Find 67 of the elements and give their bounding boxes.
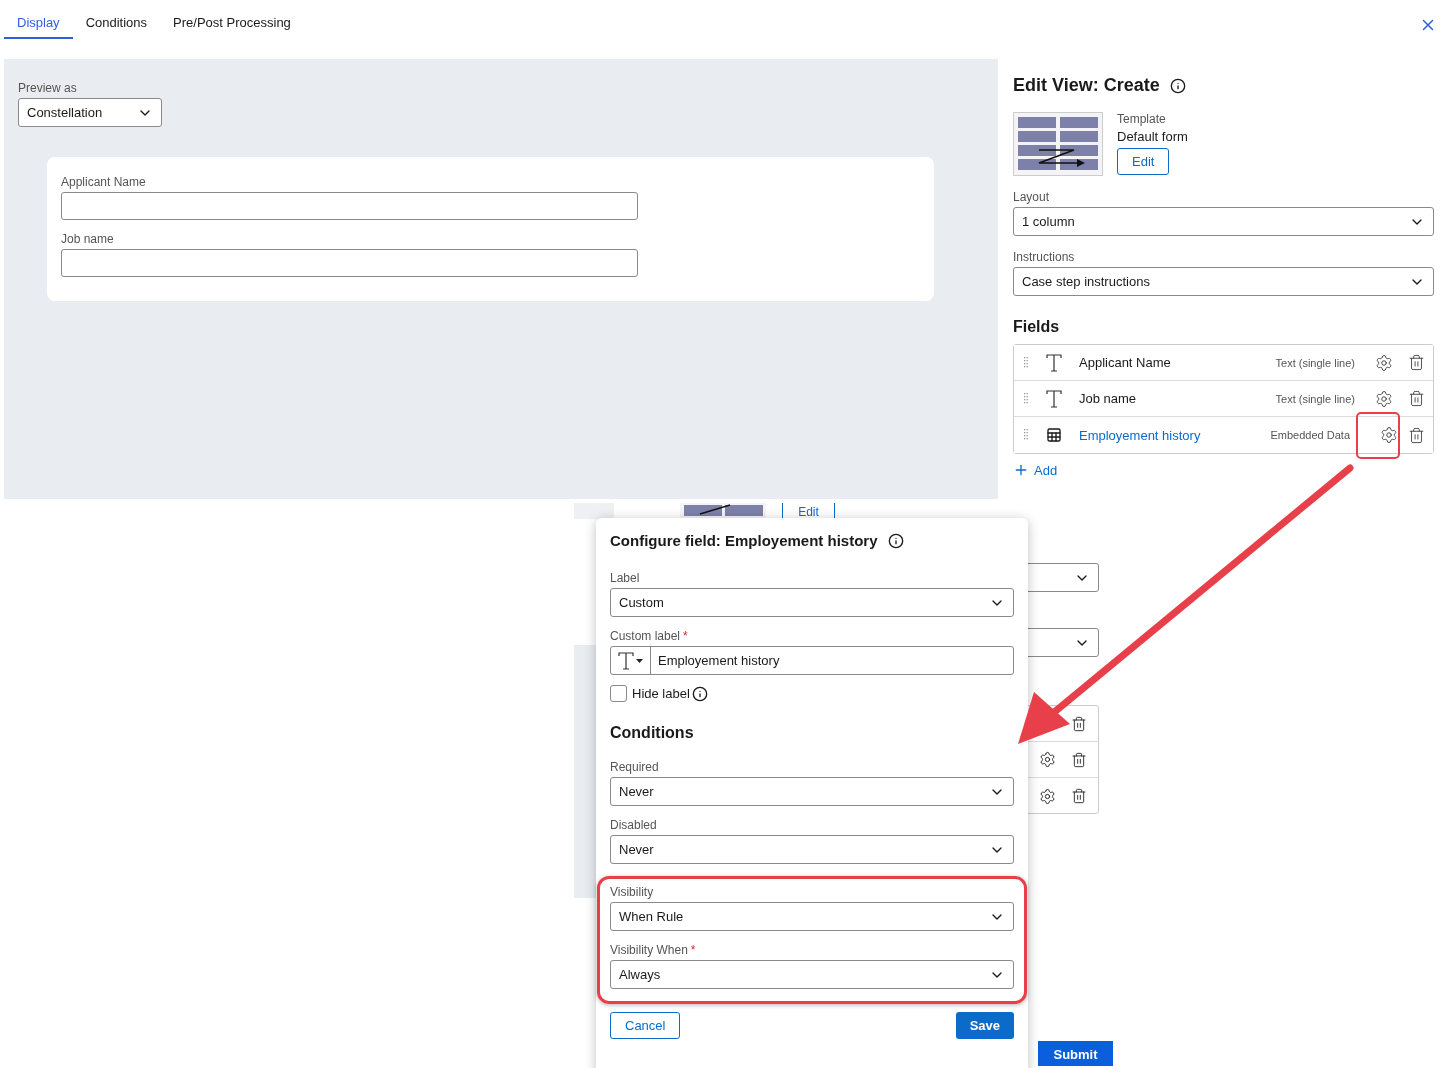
field-type: Text (single line) xyxy=(1275,392,1355,405)
field-label: Required xyxy=(610,760,660,774)
table-icon xyxy=(1046,427,1062,443)
cancel-button[interactable]: Cancel xyxy=(610,1012,681,1039)
template-name: Default form xyxy=(1117,129,1188,144)
settings-icon[interactable] xyxy=(1375,353,1393,372)
drag-handle-icon[interactable] xyxy=(1024,429,1028,441)
dropdown[interactable]: Constellation xyxy=(18,98,162,127)
checkbox-label: Hide label xyxy=(632,686,690,701)
tab[interactable]: Pre/Post Processing xyxy=(160,0,304,39)
checkbox[interactable] xyxy=(610,685,627,702)
trash-icon[interactable] xyxy=(1408,390,1425,407)
trash-icon[interactable] xyxy=(1071,788,1087,804)
settings-icon[interactable] xyxy=(1039,751,1056,768)
field-label: Job name xyxy=(61,232,115,246)
field-label: Visibility When * xyxy=(610,943,697,957)
field-label: Label xyxy=(610,571,641,585)
settings-icon[interactable] xyxy=(1380,426,1398,444)
field-label: Disabled xyxy=(610,818,658,832)
input-field[interactable]: Employement history xyxy=(610,646,1014,675)
field-type: Embedded Data xyxy=(1270,429,1350,441)
dropdown[interactable]: Never xyxy=(610,777,1014,806)
info-icon[interactable] xyxy=(1169,77,1186,94)
info-icon[interactable] xyxy=(887,532,904,549)
section-heading: Conditions xyxy=(610,724,695,742)
field-label: Applicant Name xyxy=(61,175,147,189)
text-type-icon xyxy=(618,651,634,670)
trash-icon[interactable] xyxy=(1408,354,1425,371)
add-link[interactable]: Add xyxy=(1013,462,1058,478)
submit-button[interactable]: Submit xyxy=(1038,1041,1113,1066)
dialog-title: Configure field: Employement history xyxy=(610,532,878,549)
dropdown[interactable]: Case step instructions xyxy=(1013,267,1434,296)
text-type-icon xyxy=(1046,353,1062,372)
field-label: Preview as xyxy=(18,81,78,95)
edit-button[interactable]: Edit xyxy=(1117,148,1170,175)
panel-title: Edit View: Create xyxy=(1013,75,1160,96)
trash-icon[interactable] xyxy=(1071,715,1087,732)
dropdown[interactable]: Always xyxy=(610,960,1014,989)
trash-icon[interactable] xyxy=(1071,751,1087,768)
settings-icon[interactable] xyxy=(1375,389,1393,408)
input-field[interactable] xyxy=(61,192,638,220)
background-card xyxy=(574,503,614,519)
plus-icon xyxy=(1013,462,1029,478)
template-label: Template xyxy=(1117,112,1167,126)
field-name: Applicant Name xyxy=(1079,355,1172,370)
tab[interactable]: Display xyxy=(4,0,73,39)
field-type: Text (single line) xyxy=(1275,356,1355,369)
tab[interactable]: Conditions xyxy=(72,0,161,39)
template-thumbnail-icon xyxy=(1013,112,1103,176)
dropdown[interactable]: Never xyxy=(610,835,1014,864)
trash-icon[interactable] xyxy=(1408,426,1425,444)
dropdown[interactable]: 1 column xyxy=(1013,207,1434,236)
field-label: Custom label * xyxy=(610,629,689,643)
field-label: Layout xyxy=(1013,190,1051,204)
info-icon[interactable] xyxy=(691,685,708,702)
dropdown[interactable]: When Rule xyxy=(610,902,1014,931)
input-field[interactable] xyxy=(61,249,638,277)
field-label: Visibility xyxy=(610,885,655,899)
save-button[interactable]: Save xyxy=(955,1012,1014,1039)
caret-icon xyxy=(636,658,643,663)
settings-icon[interactable] xyxy=(1039,787,1056,805)
dropdown[interactable]: Custom xyxy=(610,588,1014,617)
field-name: Job name xyxy=(1079,391,1138,406)
field-label: Instructions xyxy=(1013,250,1076,264)
text-type-icon xyxy=(1046,389,1062,408)
section-heading: Fields xyxy=(1013,318,1061,336)
field-link[interactable]: Employement history xyxy=(1079,427,1271,443)
